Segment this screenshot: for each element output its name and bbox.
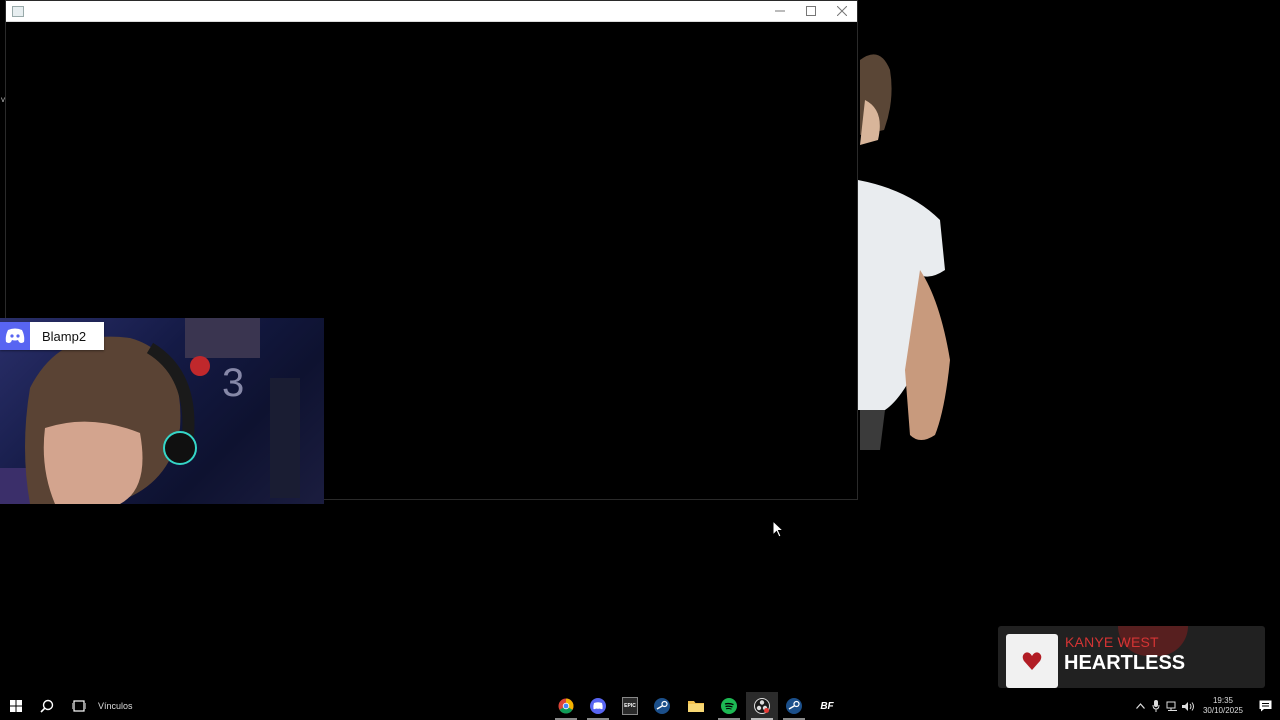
obs-icon: [754, 698, 770, 714]
discord-icon: [590, 698, 606, 714]
windows-start-icon: [10, 700, 22, 712]
clock-date: 30/10/2025: [1202, 706, 1244, 715]
taskbar-app-file-explorer[interactable]: [680, 692, 712, 720]
task-view-icon: [72, 700, 86, 712]
clock-time: 19:35: [1212, 696, 1234, 705]
tray-overflow-button[interactable]: [1132, 692, 1148, 720]
wallpaper-character: [858, 54, 950, 450]
discord-user-tag: Blamp2: [0, 322, 105, 350]
taskbar-app-bf[interactable]: BF: [811, 692, 843, 720]
start-button[interactable]: [0, 692, 32, 720]
epic-games-icon: EPIC: [622, 697, 638, 715]
taskbar-app-obs-studio[interactable]: [746, 692, 778, 720]
minimize-icon: [774, 10, 785, 12]
network-icon: [1166, 701, 1177, 711]
search-button[interactable]: [32, 692, 62, 720]
system-tray: 19:35 30/10/2025: [1132, 692, 1280, 720]
maximize-button[interactable]: [795, 1, 826, 21]
microphone-icon: [1152, 700, 1160, 712]
taskbar-clock[interactable]: 19:35 30/10/2025: [1196, 696, 1250, 716]
notification-icon: [1259, 700, 1271, 712]
taskbar-app-steam[interactable]: [646, 692, 678, 720]
close-button[interactable]: [826, 1, 857, 21]
links-toolbar[interactable]: Vínculos: [98, 692, 133, 720]
now-playing-widget: KANYE WEST HEARTLESS: [998, 626, 1265, 688]
app-icon: [12, 5, 24, 17]
task-view-button[interactable]: [64, 692, 94, 720]
mouse-cursor-icon: [772, 520, 784, 538]
taskbar-app-discord[interactable]: [582, 692, 614, 720]
heart-icon: [1022, 652, 1042, 670]
maximize-icon: [805, 6, 816, 16]
spotify-icon: [721, 698, 737, 714]
speaker-icon: [1181, 701, 1194, 711]
chevron-up-icon: [1135, 703, 1145, 709]
steam-icon: [786, 698, 802, 714]
discord-username: Blamp2: [30, 322, 105, 350]
track-artist: KANYE WEST: [1065, 634, 1159, 650]
left-edge-glyph: v: [1, 95, 5, 104]
track-title: HEARTLESS: [1064, 652, 1186, 674]
taskbar-app-spotify[interactable]: [713, 692, 745, 720]
bf-icon: BF: [820, 700, 834, 712]
svg-text:3: 3: [222, 361, 244, 405]
taskbar-app-epic-games[interactable]: EPIC: [614, 692, 646, 720]
taskbar-app-steam-2[interactable]: [778, 692, 810, 720]
network-button[interactable]: [1164, 692, 1180, 720]
chrome-icon: [558, 698, 574, 714]
close-icon: [836, 6, 847, 16]
notifications-button[interactable]: [1250, 692, 1280, 720]
microphone-button[interactable]: [1148, 692, 1164, 720]
window-title-bar[interactable]: [6, 1, 857, 22]
discord-icon: [0, 322, 30, 350]
folder-icon: [688, 701, 704, 712]
volume-button[interactable]: [1180, 692, 1196, 720]
search-icon: [40, 699, 54, 713]
taskbar: Vínculos EPIC BF 19:35 30/10/2025: [0, 692, 1280, 720]
steam-icon: [654, 698, 670, 714]
minimize-button[interactable]: [764, 1, 795, 21]
taskbar-app-chrome[interactable]: [550, 692, 582, 720]
album-art: [1006, 634, 1058, 688]
